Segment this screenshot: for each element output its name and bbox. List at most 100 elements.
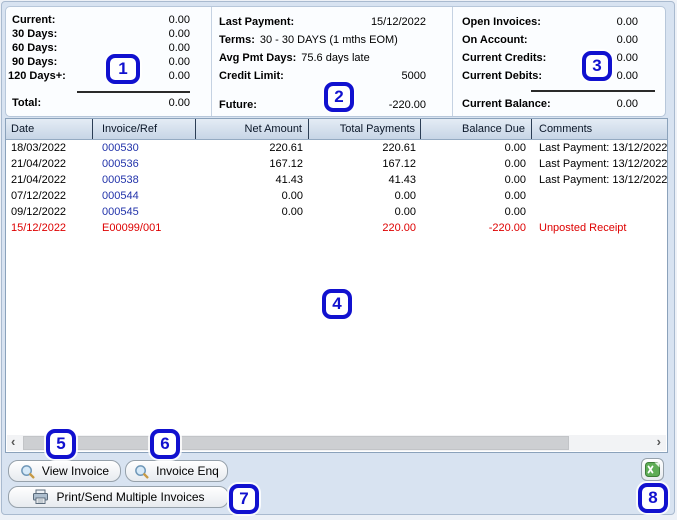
balance-row: Current Credits: 0.00 [453, 49, 665, 67]
column-header-comments[interactable]: Comments [532, 119, 667, 139]
annotation-badge-4: 4 [322, 289, 352, 319]
table-row[interactable]: 09/12/2022 000545 0.00 0.00 0.00 [6, 204, 667, 220]
balance-label: Open Invoices: [462, 16, 541, 28]
cell-total-payments: 0.00 [309, 188, 421, 204]
last-payment-row: Last Payment: 15/12/2022 [212, 13, 452, 31]
balance-value: 0.00 [617, 16, 638, 28]
annotation-badge-1: 1 [106, 54, 140, 84]
terms-row: Terms: 30 - 30 DAYS (1 mths EOM) [212, 31, 452, 49]
avg-pmt-days-label: Avg Pmt Days: [219, 52, 296, 64]
view-invoice-label: View Invoice [42, 464, 109, 478]
aging-label: 120 Days+: [8, 70, 66, 82]
cell-balance-due: 0.00 [421, 156, 532, 172]
invoice-enq-label: Invoice Enq [156, 464, 219, 478]
cell-date: 07/12/2022 [6, 188, 93, 204]
scrollbar-thumb[interactable] [23, 436, 569, 450]
cell-comments: Last Payment: 13/12/2022 [532, 156, 667, 172]
cell-total-payments: 0.00 [309, 204, 421, 220]
cell-invoice-ref[interactable]: 000536 [93, 156, 196, 172]
cell-comments: Unposted Receipt [532, 220, 667, 236]
cell-total-payments: 41.43 [309, 172, 421, 188]
annotation-badge-5: 5 [46, 429, 76, 459]
balance-label: On Account: [462, 34, 528, 46]
balance-value: 0.00 [617, 70, 638, 82]
scroll-left-icon[interactable]: ‹ [11, 435, 15, 451]
future-value: -220.00 [389, 99, 426, 111]
balance-row: Open Invoices: 0.00 [453, 13, 665, 31]
terms-label: Terms: [219, 34, 255, 46]
cell-net-amount: 0.00 [196, 204, 309, 220]
view-invoice-button[interactable]: View Invoice [8, 460, 121, 482]
column-header-balance-due[interactable]: Balance Due [421, 119, 532, 139]
balance-value: 0.00 [617, 52, 638, 64]
current-balance-row: Current Balance: 0.00 [453, 95, 665, 113]
print-send-multiple-invoices-button[interactable]: Print/Send Multiple Invoices [8, 486, 229, 508]
cell-date: 09/12/2022 [6, 204, 93, 220]
cell-comments [532, 188, 667, 204]
current-balance-value: 0.00 [617, 98, 638, 110]
cell-total-payments: 220.61 [309, 140, 421, 156]
table-row[interactable]: 18/03/2022 000530 220.61 220.61 0.00 Las… [6, 140, 667, 156]
cell-balance-due: -220.00 [421, 220, 532, 236]
aging-value: 0.00 [169, 56, 190, 68]
balance-label: Current Credits: [462, 52, 546, 64]
cell-total-payments: 167.12 [309, 156, 421, 172]
scroll-right-icon[interactable]: › [657, 435, 661, 451]
column-header-date[interactable]: Date [6, 119, 93, 139]
invoice-enq-button[interactable]: Invoice Enq [125, 460, 228, 482]
table-row[interactable]: 21/04/2022 000538 41.43 41.43 0.00 Last … [6, 172, 667, 188]
cell-invoice-ref[interactable]: 000545 [93, 204, 196, 220]
balance-label: Current Debits: [462, 70, 542, 82]
annotation-badge-3: 3 [582, 51, 612, 81]
column-header-net-amount[interactable]: Net Amount [196, 119, 309, 139]
column-header-invoice-ref[interactable]: Invoice/Ref [93, 119, 196, 139]
balance-value: 0.00 [617, 34, 638, 46]
printer-icon [32, 489, 49, 505]
aging-value: 0.00 [169, 42, 190, 54]
cell-comments: Last Payment: 13/12/2022 [532, 140, 667, 156]
balance-row: On Account: 0.00 [453, 31, 665, 49]
cell-comments: Last Payment: 13/12/2022 [532, 172, 667, 188]
cell-date: 18/03/2022 [6, 140, 93, 156]
credit-limit-label: Credit Limit: [219, 70, 284, 82]
terms-value: 30 - 30 DAYS (1 mths EOM) [260, 34, 398, 46]
aging-value: 0.00 [169, 14, 190, 26]
cell-invoice-ref[interactable]: 000544 [93, 188, 196, 204]
future-label: Future: [219, 99, 257, 111]
cell-invoice-ref[interactable]: E00099/001 [93, 220, 196, 236]
transactions-table: Date Invoice/Ref Net Amount Total Paymen… [5, 118, 668, 453]
cell-balance-due: 0.00 [421, 204, 532, 220]
horizontal-scrollbar[interactable]: ‹ › [7, 435, 666, 451]
aging-label: 60 Days: [12, 42, 57, 54]
aging-value: 0.00 [169, 70, 190, 82]
cell-net-amount [196, 220, 309, 236]
aging-label: Current: [12, 14, 55, 26]
cell-date: 21/04/2022 [6, 172, 93, 188]
table-row[interactable]: 21/04/2022 000536 167.12 167.12 0.00 Las… [6, 156, 667, 172]
balance-row: Current Debits: 0.00 [453, 67, 665, 85]
last-payment-label: Last Payment: [219, 16, 294, 28]
aging-row: Current: 0.00 [6, 13, 211, 27]
balances-panel: Open Invoices: 0.00 On Account: 0.00 Cur… [453, 7, 665, 116]
column-header-total-payments[interactable]: Total Payments [309, 119, 421, 139]
cell-comments [532, 204, 667, 220]
aging-total-value: 0.00 [169, 97, 190, 109]
aging-row: 30 Days: 0.00 [6, 27, 211, 41]
table-row-unposted-receipt[interactable]: 15/12/2022 E00099/001 220.00 -220.00 Unp… [6, 220, 667, 236]
cell-invoice-ref[interactable]: 000530 [93, 140, 196, 156]
export-to-excel-button[interactable] [641, 458, 664, 481]
table-row[interactable]: 07/12/2022 000544 0.00 0.00 0.00 [6, 188, 667, 204]
magnifier-icon [20, 464, 35, 479]
current-balance-label: Current Balance: [462, 98, 551, 110]
balance-total-rule [531, 90, 655, 92]
aging-label: 30 Days: [12, 28, 57, 40]
cell-balance-due: 0.00 [421, 188, 532, 204]
cell-net-amount: 220.61 [196, 140, 309, 156]
aging-total-label: Total: [12, 97, 41, 109]
annotation-badge-8: 8 [638, 483, 668, 513]
magnifier-icon [134, 464, 149, 479]
aging-row: 60 Days: 0.00 [6, 41, 211, 55]
aging-label: 90 Days: [12, 56, 57, 68]
cell-date: 15/12/2022 [6, 220, 93, 236]
cell-invoice-ref[interactable]: 000538 [93, 172, 196, 188]
